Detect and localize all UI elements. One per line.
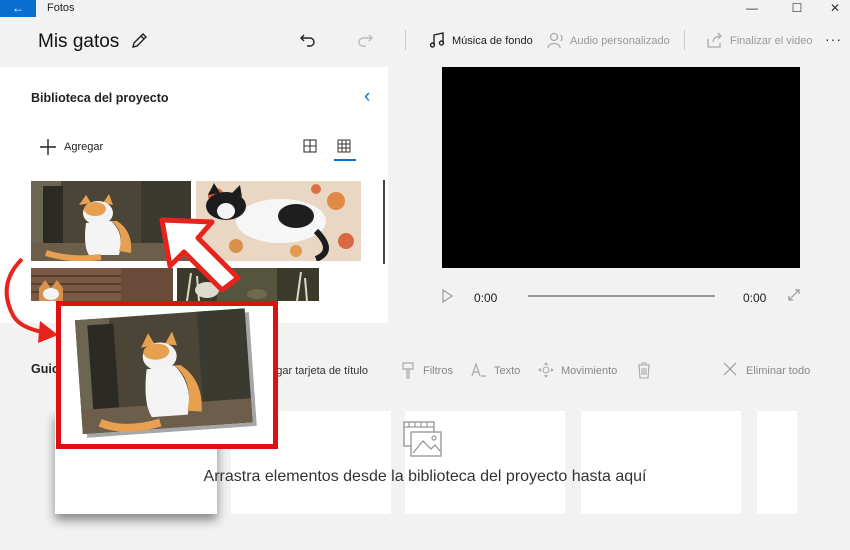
close-icon: ✕ <box>829 1 841 15</box>
image-video-icon <box>403 421 442 457</box>
custom-audio-icon[interactable] <box>546 31 566 49</box>
delete-all-button[interactable]: Eliminar todo <box>746 365 810 377</box>
text-button[interactable]: Texto <box>494 365 520 377</box>
filters-icon[interactable] <box>401 362 415 380</box>
plus-icon[interactable] <box>39 138 57 156</box>
chevron-left-icon: ‹ <box>364 86 371 107</box>
text-icon[interactable] <box>470 362 488 378</box>
drag-highlight-box <box>56 301 278 449</box>
play-icon[interactable] <box>441 289 453 303</box>
background-music-button[interactable]: Música de fondo <box>452 35 533 47</box>
title-bar <box>0 0 850 17</box>
total-time: 0:00 <box>743 291 767 305</box>
add-button[interactable]: Agregar <box>64 141 103 153</box>
close-button[interactable]: ✕ <box>818 0 850 17</box>
filters-button[interactable]: Filtros <box>423 365 453 377</box>
close-icon[interactable] <box>723 362 737 376</box>
more-options-button[interactable]: ··· <box>825 31 842 47</box>
minimize-button[interactable]: — <box>735 0 769 17</box>
back-button[interactable]: ← <box>0 0 36 17</box>
storyboard-slot[interactable] <box>581 411 741 514</box>
large-grid-view-icon[interactable] <box>303 139 317 153</box>
music-note-icon[interactable] <box>428 31 446 49</box>
storyboard-slot[interactable] <box>757 411 797 514</box>
collapse-library-button[interactable]: ‹ <box>364 86 370 108</box>
separator <box>684 30 685 50</box>
current-time: 0:00 <box>474 291 498 305</box>
app-title: Fotos <box>47 2 75 14</box>
library-title: Biblioteca del proyecto <box>31 91 169 105</box>
back-arrow-icon: ← <box>12 1 24 15</box>
drag-hint-arrow-icon <box>159 217 241 292</box>
dragged-cat-image <box>74 308 257 438</box>
trash-icon[interactable] <box>637 362 651 379</box>
drop-hint-text: Arrastra elementos desde la biblioteca d… <box>203 468 647 485</box>
pencil-icon[interactable] <box>129 31 149 51</box>
maximize-button[interactable]: ☐ <box>780 0 814 17</box>
video-preview[interactable] <box>442 67 800 268</box>
share-export-icon[interactable] <box>706 31 724 49</box>
view-selected-indicator <box>334 159 356 161</box>
project-title[interactable]: Mis gatos <box>38 31 119 53</box>
separator <box>405 30 406 50</box>
undo-icon[interactable] <box>299 31 317 49</box>
more-icon: ··· <box>825 31 842 47</box>
maximize-icon: ☐ <box>791 1 803 15</box>
progress-slider[interactable] <box>528 295 715 297</box>
minimize-icon: — <box>746 1 758 15</box>
motion-button[interactable]: Movimiento <box>561 365 617 377</box>
custom-audio-button[interactable]: Audio personalizado <box>570 35 670 47</box>
redo-icon[interactable] <box>356 31 374 49</box>
motion-icon[interactable] <box>538 362 554 378</box>
small-grid-view-icon[interactable] <box>337 139 351 153</box>
finish-video-button[interactable]: Finalizar el video <box>730 35 813 47</box>
library-scrollbar[interactable] <box>383 180 385 264</box>
expand-icon[interactable] <box>787 288 801 302</box>
